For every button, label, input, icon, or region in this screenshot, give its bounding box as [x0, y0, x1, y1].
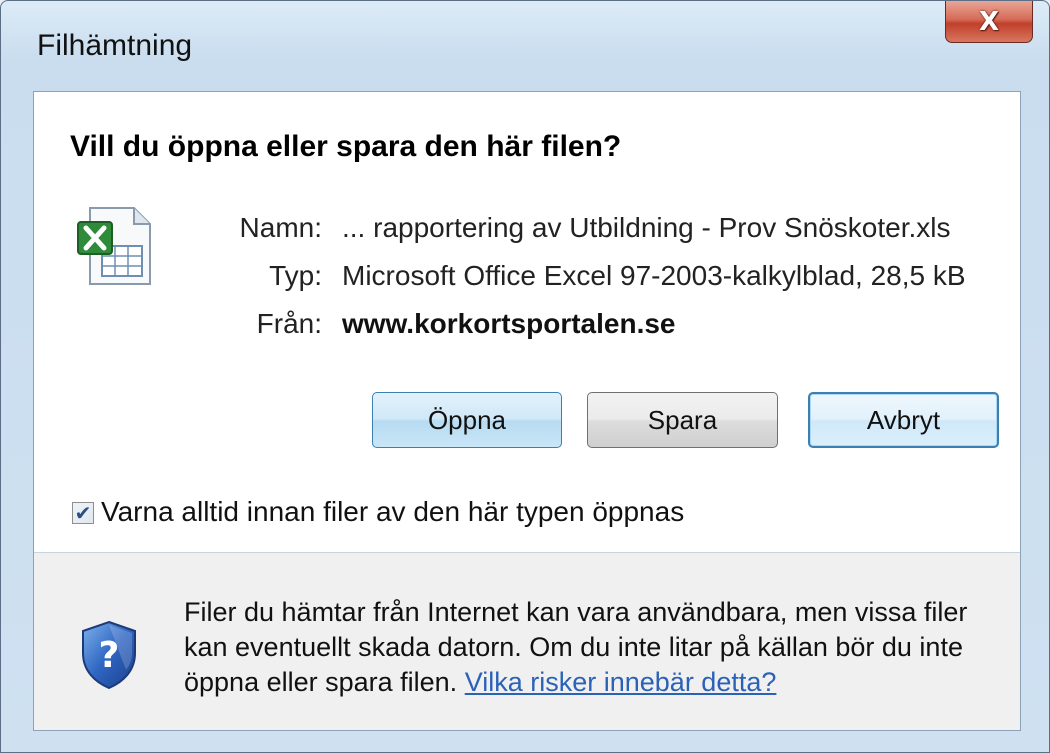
window-title: Filhämtning	[37, 29, 193, 62]
risks-link[interactable]: Vilka risker innebär detta?	[465, 667, 777, 697]
svg-text:?: ?	[99, 635, 120, 676]
from-label: Från:	[256, 308, 322, 339]
close-button[interactable]: X	[945, 1, 1033, 43]
save-button[interactable]: Spara	[587, 392, 778, 448]
type-label: Typ:	[269, 260, 322, 291]
always-warn-checkbox[interactable]: ✔	[72, 502, 94, 524]
open-button[interactable]: Öppna	[372, 392, 562, 448]
from-value: www.korkortsportalen.se	[342, 308, 676, 339]
close-icon: X	[978, 6, 1000, 37]
cancel-button[interactable]: Avbryt	[808, 392, 999, 448]
excel-file-icon	[77, 207, 151, 285]
security-warning-text: Filer du hämtar från Internet kan vara a…	[184, 595, 984, 700]
checkmark-icon: ✔	[74, 501, 92, 525]
dialog-heading: Vill du öppna eller spara den här filen?	[70, 130, 622, 163]
always-warn-label[interactable]: Varna alltid innan filer av den här type…	[101, 496, 684, 528]
name-label: Namn:	[239, 212, 322, 243]
file-download-dialog: Filhämtning X Vill du öppna eller spara …	[0, 0, 1050, 753]
name-value: ... rapportering av Utbildning - Prov Sn…	[342, 212, 951, 243]
shield-question-icon: ?	[82, 620, 136, 690]
dialog-content: Vill du öppna eller spara den här filen?…	[33, 91, 1021, 731]
title-bar[interactable]: Filhämtning X	[1, 1, 1049, 91]
security-warning-area: ? Filer du hämtar från Internet kan vara…	[34, 553, 1020, 730]
type-value: Microsoft Office Excel 97-2003-kalkylbla…	[342, 260, 966, 291]
